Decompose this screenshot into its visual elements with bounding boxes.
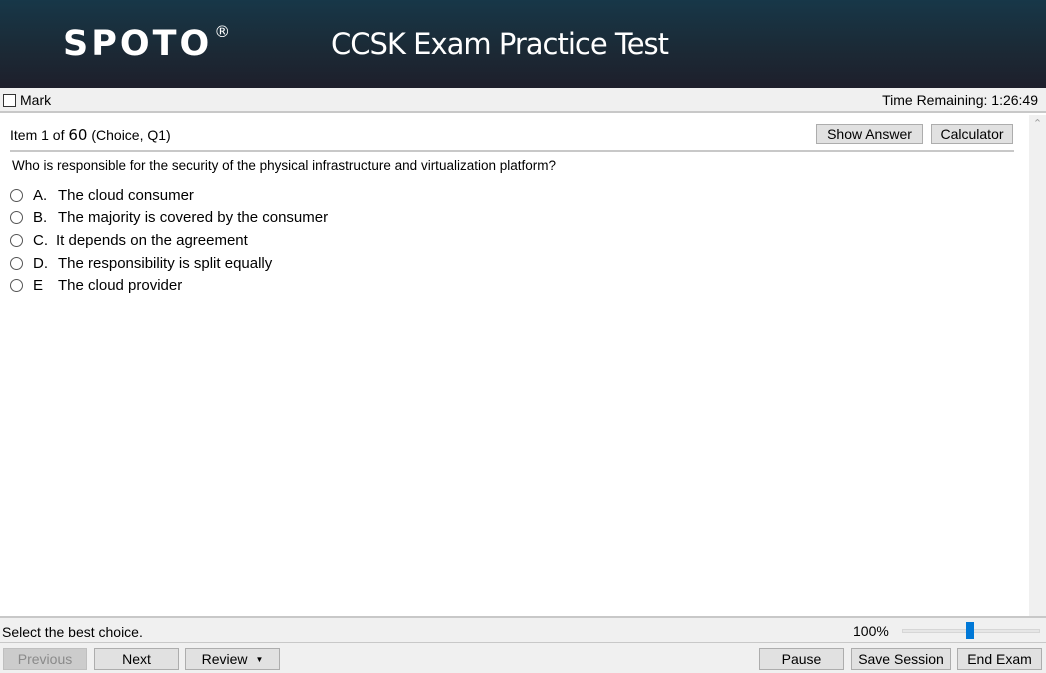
- calculator-button[interactable]: Calculator: [931, 124, 1013, 144]
- question-panel: Item 1 of 60 (Choice, Q1) Show Answer Ca…: [0, 115, 1029, 616]
- mark-checkbox[interactable]: [3, 93, 16, 107]
- instruction-text: Select the best choice.: [2, 624, 143, 640]
- divider: [10, 150, 1014, 152]
- pause-button[interactable]: Pause: [759, 648, 844, 670]
- option-text: The cloud consumer: [58, 186, 194, 204]
- mark-checkbox-control[interactable]: Mark: [3, 92, 51, 108]
- radio-button[interactable]: [10, 211, 23, 225]
- zoom-slider-thumb[interactable]: [966, 622, 974, 639]
- option-a[interactable]: A. The cloud consumer: [10, 184, 328, 207]
- item-indicator: Item 1 of 60 (Choice, Q1): [10, 126, 171, 144]
- show-answer-button[interactable]: Show Answer: [816, 124, 923, 144]
- mark-label: Mark: [20, 92, 52, 108]
- previous-button[interactable]: Previous: [3, 648, 87, 670]
- option-letter: E: [33, 277, 44, 295]
- option-letter: D.: [33, 254, 48, 272]
- answer-options: A. The cloud consumer B. The majority is…: [10, 184, 328, 297]
- radio-button[interactable]: [10, 188, 23, 202]
- option-d[interactable]: D. The responsibility is split equally: [10, 252, 328, 275]
- mark-bar: Mark Time Remaining: 1:26:49: [0, 88, 1046, 113]
- option-letter: B.: [33, 209, 48, 227]
- radio-button[interactable]: [10, 233, 23, 247]
- option-text: The majority is covered by the consumer: [58, 209, 329, 227]
- review-label: Review: [201, 651, 248, 667]
- app-header: SPOTO ® CCSK Exam Practice Test: [0, 0, 1046, 88]
- radio-button[interactable]: [10, 279, 23, 293]
- option-text: It depends on the agreement: [56, 231, 248, 249]
- save-session-button[interactable]: Save Session: [851, 648, 951, 670]
- spoto-logo: SPOTO ®: [63, 22, 230, 64]
- item-type: (Choice, Q1): [91, 127, 171, 143]
- option-letter: C.: [33, 231, 48, 249]
- item-total: 60: [68, 126, 88, 144]
- option-c[interactable]: C. It depends on the agreement: [10, 229, 328, 252]
- end-exam-button[interactable]: End Exam: [957, 648, 1042, 670]
- option-b[interactable]: B. The majority is covered by the consum…: [10, 207, 328, 230]
- zoom-level: 100%: [853, 623, 889, 639]
- logo-text: SPOTO: [63, 24, 213, 64]
- time-remaining: Time Remaining: 1:26:49: [882, 92, 1038, 108]
- status-bar: Select the best choice. 100%: [0, 616, 1046, 643]
- app-title: CCSK Exam Practice Test: [331, 27, 669, 61]
- vertical-scrollbar[interactable]: ⌃: [1029, 115, 1046, 616]
- option-letter: A.: [33, 186, 48, 204]
- footer-toolbar: Previous Next Review ▼ Pause Save Session…: [0, 643, 1046, 673]
- question-text: Who is responsible for the security of t…: [12, 158, 557, 173]
- option-e[interactable]: E The cloud provider: [10, 274, 328, 297]
- review-button[interactable]: Review ▼: [185, 648, 280, 670]
- item-prefix: Item 1 of: [10, 127, 65, 143]
- caret-down-icon: ▼: [255, 655, 264, 665]
- radio-button[interactable]: [10, 256, 23, 270]
- option-text: The responsibility is split equally: [58, 254, 273, 272]
- registered-mark: ®: [214, 22, 231, 41]
- next-button[interactable]: Next: [94, 648, 179, 670]
- chevron-up-icon[interactable]: ⌃: [1029, 117, 1046, 131]
- option-text: The cloud provider: [58, 277, 183, 295]
